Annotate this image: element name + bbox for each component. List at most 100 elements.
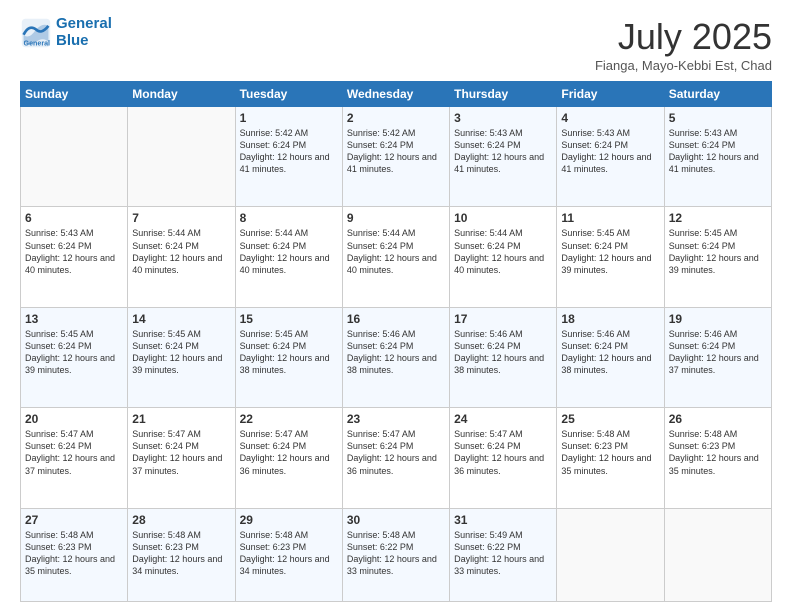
svg-text:General: General [24, 39, 51, 47]
cell-details: Sunrise: 5:47 AM Sunset: 6:24 PM Dayligh… [454, 428, 552, 477]
calendar-cell: 5Sunrise: 5:43 AM Sunset: 6:24 PM Daylig… [664, 107, 771, 207]
day-number: 20 [25, 412, 123, 426]
weekday-header-saturday: Saturday [664, 82, 771, 107]
calendar-cell: 8 Sunrise: 5:44 AM Sunset: 6:24 PM Daylig… [235, 207, 342, 307]
calendar-cell: 4Sunrise: 5:43 AM Sunset: 6:24 PM Daylig… [557, 107, 664, 207]
calendar-cell: 21Sunrise: 5:47 AM Sunset: 6:24 PM Dayli… [128, 408, 235, 508]
cell-details: Sunrise: 5:47 AM Sunset: 6:24 PM Dayligh… [132, 428, 230, 477]
day-number: 19 [669, 312, 767, 326]
calendar-week-1: 1 Sunrise: 5:42 AM Sunset: 6:24 PM Daylig… [21, 107, 772, 207]
day-number: 28 [132, 513, 230, 527]
calendar-cell: 16 Sunrise: 5:46 AM Sunset: 6:24 PM Dayli… [342, 307, 449, 407]
calendar-cell: 19 Sunrise: 5:46 AM Sunset: 6:24 PM Dayli… [664, 307, 771, 407]
calendar-cell: 26 Sunrise: 5:48 AM Sunset: 6:23 PM Dayli… [664, 408, 771, 508]
calendar-cell: 27 Sunrise: 5:48 AM Sunset: 6:23 PM Dayli… [21, 508, 128, 601]
calendar-cell: 17Sunrise: 5:46 AM Sunset: 6:24 PM Dayli… [450, 307, 557, 407]
day-number: 1 [240, 111, 338, 125]
calendar-cell: 23 Sunrise: 5:47 AM Sunset: 6:24 PM Dayli… [342, 408, 449, 508]
day-number: 4 [561, 111, 659, 125]
cell-details: Sunrise: 5:47 AM Sunset: 6:24 PM Dayligh… [240, 428, 338, 477]
calendar-cell: 24 Sunrise: 5:47 AM Sunset: 6:24 PM Dayli… [450, 408, 557, 508]
page: General General Blue July 2025 Fianga, M… [0, 0, 792, 612]
location-subtitle: Fianga, Mayo-Kebbi Est, Chad [595, 58, 772, 73]
cell-details: Sunrise: 5:45 AM Sunset: 6:24 PM Dayligh… [561, 227, 659, 276]
cell-details: Sunrise: 5:43 AM Sunset: 6:24 PM Dayligh… [454, 127, 552, 176]
cell-details: Sunrise: 5:44 AM Sunset: 6:24 PM Dayligh… [240, 227, 338, 276]
logo: General General Blue [20, 16, 112, 49]
cell-details: Sunrise: 5:48 AM Sunset: 6:23 PM Dayligh… [669, 428, 767, 477]
cell-details: Sunrise: 5:47 AM Sunset: 6:24 PM Dayligh… [347, 428, 445, 477]
calendar-cell: 3 Sunrise: 5:43 AM Sunset: 6:24 PM Daylig… [450, 107, 557, 207]
calendar-body: 1 Sunrise: 5:42 AM Sunset: 6:24 PM Daylig… [21, 107, 772, 602]
day-number: 3 [454, 111, 552, 125]
cell-details: Sunrise: 5:48 AM Sunset: 6:23 PM Dayligh… [25, 529, 123, 578]
cell-details: Sunrise: 5:46 AM Sunset: 6:24 PM Dayligh… [561, 328, 659, 377]
logo-icon: General [20, 17, 52, 49]
day-number: 6 [25, 211, 123, 225]
day-number: 9 [347, 211, 445, 225]
day-number: 31 [454, 513, 552, 527]
day-number: 8 [240, 211, 338, 225]
day-number: 22 [240, 412, 338, 426]
cell-details: Sunrise: 5:48 AM Sunset: 6:23 PM Dayligh… [240, 529, 338, 578]
month-title: July 2025 [595, 16, 772, 58]
day-number: 12 [669, 211, 767, 225]
logo-text: General Blue [56, 16, 112, 49]
cell-details: Sunrise: 5:45 AM Sunset: 6:24 PM Dayligh… [240, 328, 338, 377]
day-number: 7 [132, 211, 230, 225]
day-number: 18 [561, 312, 659, 326]
calendar-week-3: 13 Sunrise: 5:45 AM Sunset: 6:24 PM Dayli… [21, 307, 772, 407]
day-number: 29 [240, 513, 338, 527]
calendar-cell: 11Sunrise: 5:45 AM Sunset: 6:24 PM Dayli… [557, 207, 664, 307]
calendar-cell: 7 Sunrise: 5:44 AM Sunset: 6:24 PM Daylig… [128, 207, 235, 307]
day-number: 26 [669, 412, 767, 426]
calendar-cell: 15Sunrise: 5:45 AM Sunset: 6:24 PM Dayli… [235, 307, 342, 407]
calendar-cell [21, 107, 128, 207]
calendar-cell: 28Sunrise: 5:48 AM Sunset: 6:23 PM Dayli… [128, 508, 235, 601]
cell-details: Sunrise: 5:46 AM Sunset: 6:24 PM Dayligh… [347, 328, 445, 377]
cell-details: Sunrise: 5:49 AM Sunset: 6:22 PM Dayligh… [454, 529, 552, 578]
cell-details: Sunrise: 5:45 AM Sunset: 6:24 PM Dayligh… [132, 328, 230, 377]
calendar-cell: 29 Sunrise: 5:48 AM Sunset: 6:23 PM Dayli… [235, 508, 342, 601]
calendar-cell [664, 508, 771, 601]
day-number: 24 [454, 412, 552, 426]
calendar-week-4: 20 Sunrise: 5:47 AM Sunset: 6:24 PM Dayli… [21, 408, 772, 508]
cell-details: Sunrise: 5:46 AM Sunset: 6:24 PM Dayligh… [669, 328, 767, 377]
cell-details: Sunrise: 5:43 AM Sunset: 6:24 PM Dayligh… [25, 227, 123, 276]
weekday-row: SundayMondayTuesdayWednesdayThursdayFrid… [21, 82, 772, 107]
calendar-cell [128, 107, 235, 207]
calendar-week-2: 6 Sunrise: 5:43 AM Sunset: 6:24 PM Daylig… [21, 207, 772, 307]
day-number: 25 [561, 412, 659, 426]
calendar-cell: 18 Sunrise: 5:46 AM Sunset: 6:24 PM Dayli… [557, 307, 664, 407]
day-number: 13 [25, 312, 123, 326]
weekday-header-friday: Friday [557, 82, 664, 107]
cell-details: Sunrise: 5:44 AM Sunset: 6:24 PM Dayligh… [454, 227, 552, 276]
cell-details: Sunrise: 5:45 AM Sunset: 6:24 PM Dayligh… [25, 328, 123, 377]
cell-details: Sunrise: 5:47 AM Sunset: 6:24 PM Dayligh… [25, 428, 123, 477]
day-number: 23 [347, 412, 445, 426]
calendar-cell: 31 Sunrise: 5:49 AM Sunset: 6:22 PM Dayli… [450, 508, 557, 601]
calendar-cell: 30 Sunrise: 5:48 AM Sunset: 6:22 PM Dayli… [342, 508, 449, 601]
cell-details: Sunrise: 5:43 AM Sunset: 6:24 PM Dayligh… [669, 127, 767, 176]
calendar-cell: 12 Sunrise: 5:45 AM Sunset: 6:24 PM Dayli… [664, 207, 771, 307]
cell-details: Sunrise: 5:45 AM Sunset: 6:24 PM Dayligh… [669, 227, 767, 276]
weekday-header-sunday: Sunday [21, 82, 128, 107]
day-number: 30 [347, 513, 445, 527]
weekday-header-wednesday: Wednesday [342, 82, 449, 107]
calendar-cell: 6 Sunrise: 5:43 AM Sunset: 6:24 PM Daylig… [21, 207, 128, 307]
day-number: 16 [347, 312, 445, 326]
day-number: 27 [25, 513, 123, 527]
calendar-cell: 9Sunrise: 5:44 AM Sunset: 6:24 PM Daylig… [342, 207, 449, 307]
calendar-cell: 10 Sunrise: 5:44 AM Sunset: 6:24 PM Dayli… [450, 207, 557, 307]
calendar-cell [557, 508, 664, 601]
calendar-cell: 20 Sunrise: 5:47 AM Sunset: 6:24 PM Dayli… [21, 408, 128, 508]
weekday-header-tuesday: Tuesday [235, 82, 342, 107]
cell-details: Sunrise: 5:44 AM Sunset: 6:24 PM Dayligh… [132, 227, 230, 276]
cell-details: Sunrise: 5:48 AM Sunset: 6:23 PM Dayligh… [561, 428, 659, 477]
day-number: 10 [454, 211, 552, 225]
weekday-header-monday: Monday [128, 82, 235, 107]
cell-details: Sunrise: 5:48 AM Sunset: 6:22 PM Dayligh… [347, 529, 445, 578]
calendar-cell: 25 Sunrise: 5:48 AM Sunset: 6:23 PM Dayli… [557, 408, 664, 508]
cell-details: Sunrise: 5:42 AM Sunset: 6:24 PM Dayligh… [240, 127, 338, 176]
day-number: 17 [454, 312, 552, 326]
